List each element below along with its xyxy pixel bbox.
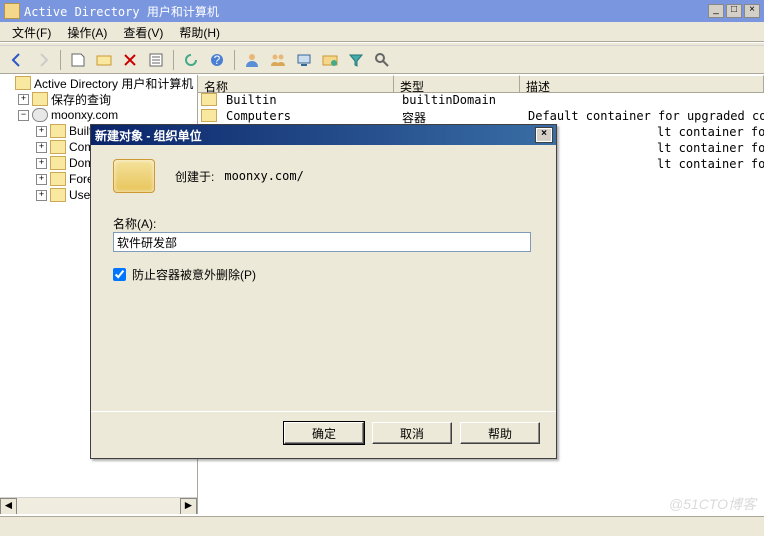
menu-action[interactable]: 操作(A) xyxy=(59,24,115,39)
col-name[interactable]: 名称 xyxy=(198,75,394,92)
watermark: @51CTO博客 xyxy=(669,494,756,514)
col-desc[interactable]: 描述 xyxy=(520,75,764,92)
list-row[interactable]: BuiltinbuiltinDomain xyxy=(198,93,764,109)
dialog-close-button[interactable]: × xyxy=(536,128,552,142)
menu-view[interactable]: 查看(V) xyxy=(115,24,171,39)
new-computer-icon[interactable] xyxy=(293,49,315,71)
close-button[interactable]: × xyxy=(744,4,760,18)
properties-icon[interactable] xyxy=(145,49,167,71)
name-input[interactable] xyxy=(113,232,531,252)
status-bar xyxy=(0,516,764,536)
minimize-button[interactable]: _ xyxy=(708,4,724,18)
new-ou-icon[interactable] xyxy=(319,49,341,71)
ok-button[interactable]: 确定 xyxy=(284,422,364,444)
cancel-button[interactable]: 取消 xyxy=(372,422,452,444)
protect-label: 防止容器被意外删除(P) xyxy=(132,266,256,283)
app-icon xyxy=(4,3,20,19)
dialog-title: 新建对象 - 组织单位 xyxy=(95,127,536,144)
list-header: 名称 类型 描述 xyxy=(198,75,764,93)
delete-icon[interactable] xyxy=(119,49,141,71)
tree-domain[interactable]: −moonxy.com xyxy=(0,107,197,123)
title-bar: Active Directory 用户和计算机 _ □ × xyxy=(0,0,764,22)
col-type[interactable]: 类型 xyxy=(394,75,520,92)
tree-root[interactable]: Active Directory 用户和计算机 xyxy=(0,75,197,91)
new-group-icon[interactable] xyxy=(267,49,289,71)
filter-icon[interactable] xyxy=(345,49,367,71)
ou-icon xyxy=(113,159,155,193)
menu-file[interactable]: 文件(F) xyxy=(4,24,59,39)
created-in-label: 创建于: xyxy=(175,168,214,185)
toolbar: ? xyxy=(0,46,764,74)
nav-back-button[interactable] xyxy=(6,49,28,71)
dialog-title-bar[interactable]: 新建对象 - 组织单位 × xyxy=(91,125,556,145)
refresh-icon[interactable] xyxy=(180,49,202,71)
tree-saved-queries[interactable]: +保存的查询 xyxy=(0,91,197,107)
help-button[interactable]: 帮助 xyxy=(460,422,540,444)
protect-checkbox[interactable] xyxy=(113,268,126,281)
name-label: 名称(A): xyxy=(113,215,534,232)
new-ou-dialog: 新建对象 - 组织单位 × 创建于: moonxy.com/ 名称(A): 防止… xyxy=(90,124,557,459)
window-title: Active Directory 用户和计算机 xyxy=(24,3,706,20)
help-icon[interactable]: ? xyxy=(206,49,228,71)
list-row[interactable]: Computers容器Default container for upgrade… xyxy=(198,109,764,125)
new-user-icon[interactable] xyxy=(241,49,263,71)
menu-bar: 文件(F) 操作(A) 查看(V) 帮助(H) xyxy=(0,22,764,42)
folder-icon[interactable] xyxy=(93,49,115,71)
tree-h-scrollbar[interactable]: ◄► xyxy=(0,497,197,514)
menu-help[interactable]: 帮助(H) xyxy=(171,24,228,39)
find-icon[interactable] xyxy=(371,49,393,71)
cut-icon[interactable] xyxy=(67,49,89,71)
nav-forward-button[interactable] xyxy=(32,49,54,71)
maximize-button[interactable]: □ xyxy=(726,4,742,18)
svg-text:?: ? xyxy=(214,53,221,67)
created-in-path: moonxy.com/ xyxy=(224,169,303,183)
